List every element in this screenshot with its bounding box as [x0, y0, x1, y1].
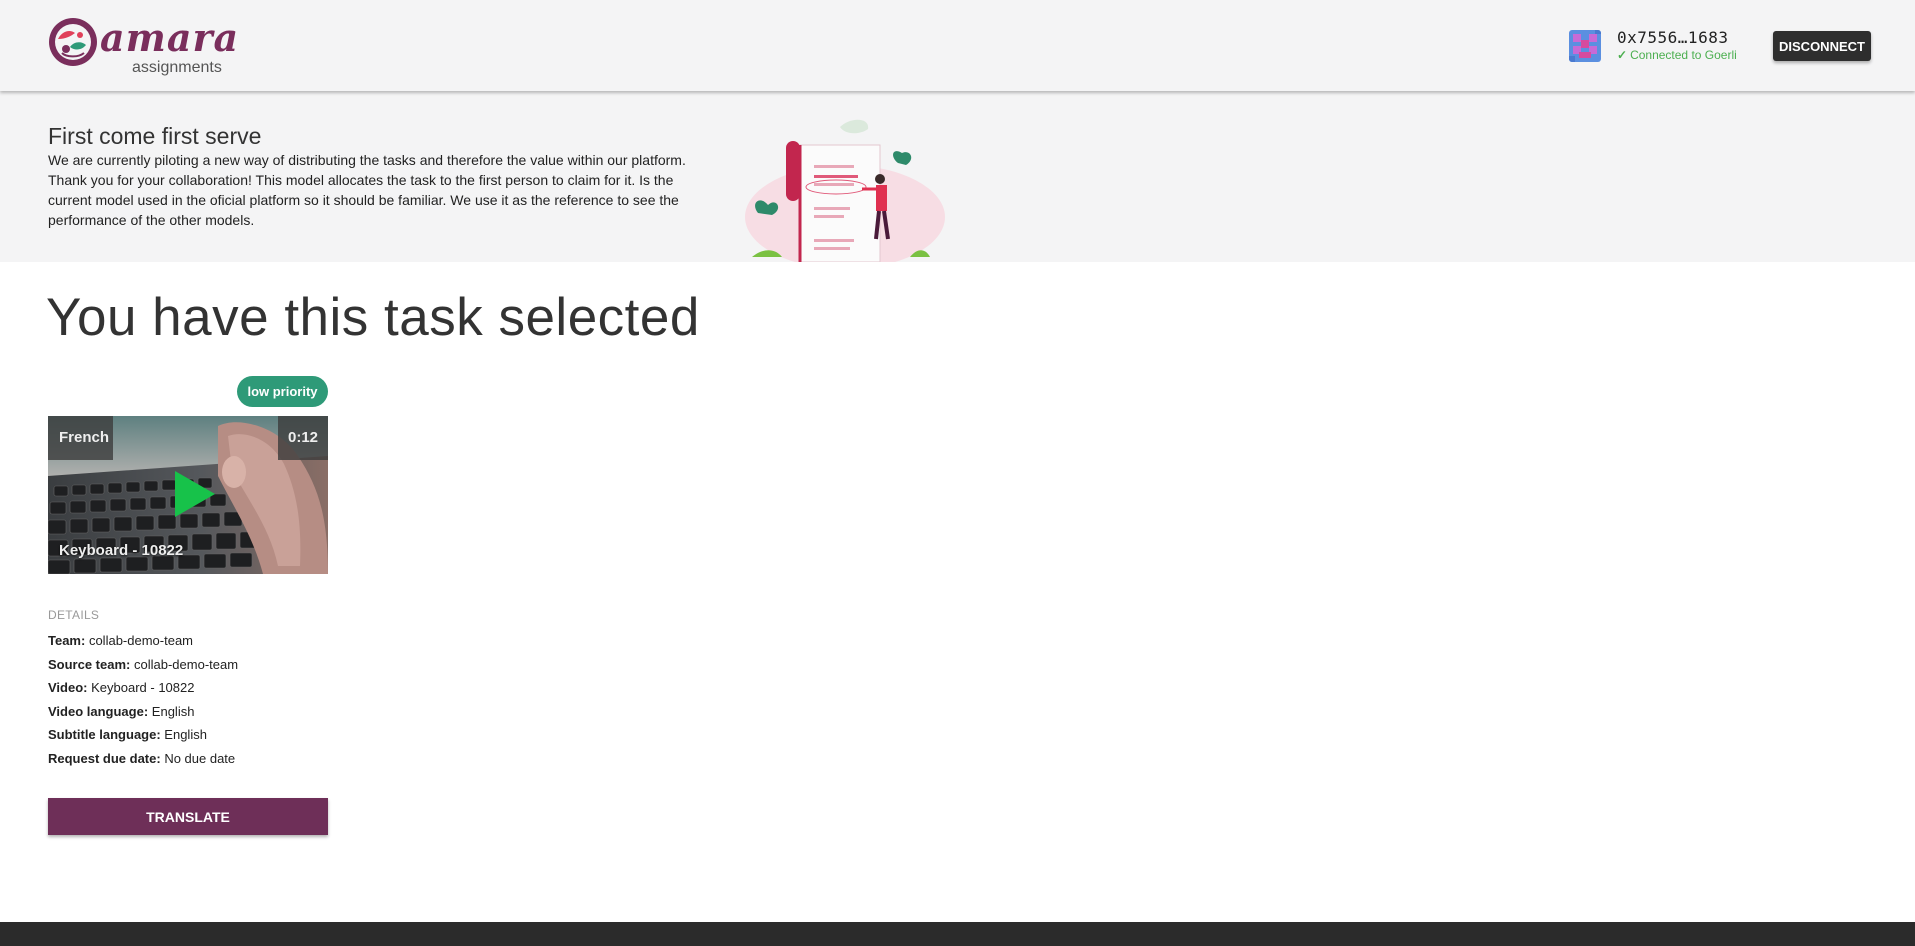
- video-duration: 0:12: [278, 416, 328, 460]
- video-title: Keyboard - 10822: [59, 542, 184, 559]
- footer: [0, 922, 1915, 946]
- detail-value: Keyboard - 10822: [91, 680, 195, 695]
- banner-title: First come first serve: [48, 123, 262, 149]
- connection-status: ✓ Connected to Goerli: [1617, 48, 1737, 62]
- detail-source-team: Source team: collab-demo-team: [48, 656, 238, 680]
- priority-badge: low priority: [237, 376, 328, 407]
- wallet-info: 0x7556…1683 ✓ Connected to Goerli: [1569, 28, 1749, 64]
- detail-label: Request due date:: [48, 750, 161, 766]
- logo-subtitle: assignments: [132, 59, 222, 76]
- detail-video: Video: Keyboard - 10822: [48, 679, 238, 703]
- detail-value: collab-demo-team: [134, 656, 239, 672]
- detail-label: Video language:: [48, 703, 149, 719]
- top-bar: amara assignments 0x7556…1683 ✓ Connected…: [0, 0, 1915, 91]
- translate-button[interactable]: TRANSLATE: [48, 798, 328, 835]
- detail-label: Source team:: [48, 656, 131, 672]
- banner-text: We are currently piloting a new way of d…: [48, 152, 686, 228]
- detail-value: collab-demo-team: [88, 633, 193, 648]
- document-illustration: [745, 119, 945, 262]
- video-language-label: French: [48, 416, 113, 460]
- detail-video-language: Video language: English: [48, 703, 238, 727]
- disconnect-button[interactable]: DISCONNECT: [1773, 31, 1871, 61]
- info-banner: First come first serve We are currently …: [0, 91, 1915, 262]
- play-icon[interactable]: [173, 471, 215, 517]
- amara-logo-icon: [49, 18, 97, 66]
- wallet-address: 0x7556…1683: [1617, 28, 1729, 47]
- wallet-avatar-icon: [1569, 30, 1601, 62]
- amara-logo[interactable]: amara assignments: [48, 15, 238, 79]
- check-icon: ✓: [1617, 48, 1628, 62]
- detail-value: English: [151, 703, 195, 719]
- logo-wordmark: amara: [100, 15, 240, 60]
- page-title: You have this task selected: [46, 288, 700, 347]
- detail-label: Video:: [48, 680, 88, 695]
- video-thumbnail[interactable]: French 0:12 Keyboard - 10822: [48, 416, 328, 574]
- details-heading: DETAILS: [48, 608, 100, 622]
- detail-subtitle-language: Subtitle language: English: [48, 726, 238, 750]
- details-list: Team: collab-demo-team Source team: coll…: [48, 632, 238, 773]
- detail-due-date: Request due date: No due date: [48, 750, 238, 774]
- detail-label: Subtitle language:: [48, 727, 161, 742]
- detail-label: Team:: [48, 633, 86, 648]
- detail-value: No due date: [164, 750, 236, 766]
- connection-status-text: Connected to Goerli: [1630, 48, 1737, 62]
- detail-team: Team: collab-demo-team: [48, 632, 238, 656]
- detail-value: English: [164, 727, 207, 742]
